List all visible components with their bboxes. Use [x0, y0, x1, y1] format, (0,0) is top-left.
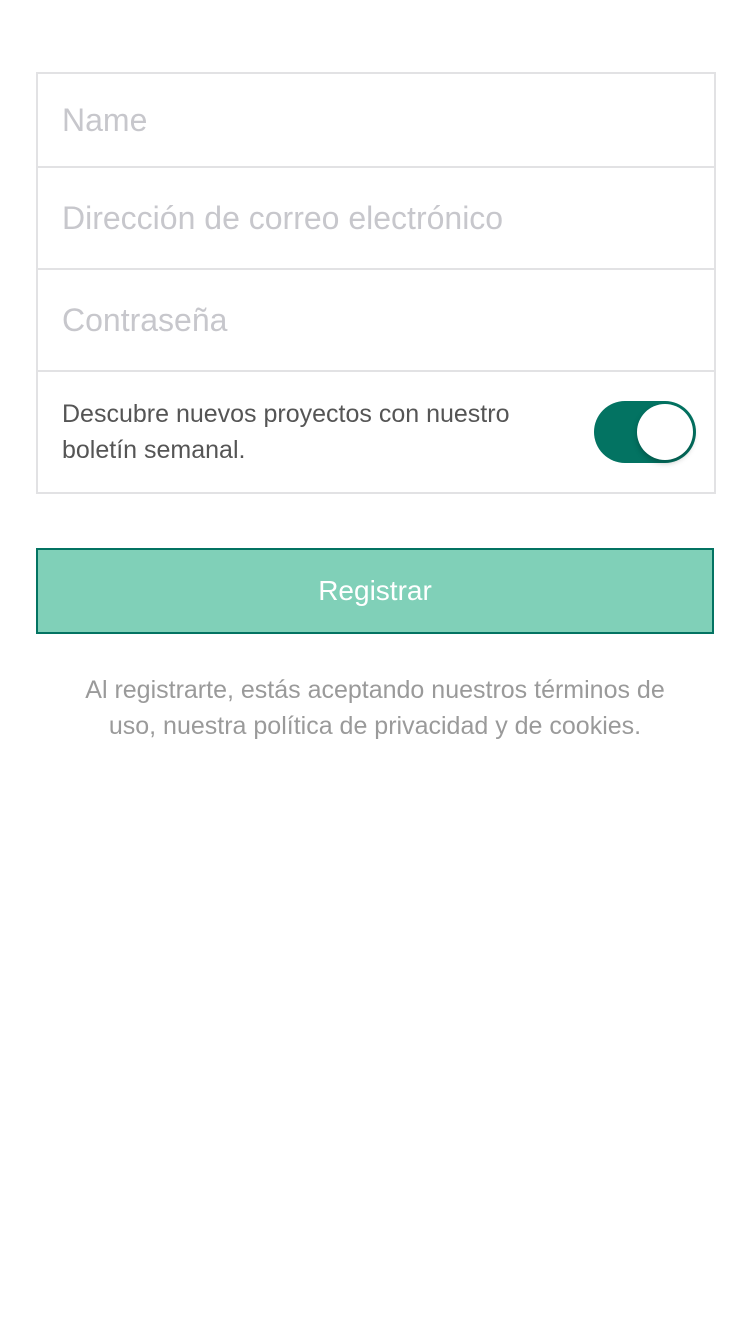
newsletter-toggle[interactable]	[594, 401, 696, 463]
password-input[interactable]	[62, 301, 690, 339]
email-input[interactable]	[62, 199, 690, 237]
email-field-row	[38, 168, 714, 270]
register-button[interactable]: Registrar	[36, 548, 714, 634]
name-field-row	[38, 74, 714, 168]
toggle-knob	[637, 404, 693, 460]
legal-disclaimer: Al registrarte, estás aceptando nuestros…	[85, 676, 665, 740]
password-field-row	[38, 270, 714, 372]
signup-form: Descubre nuevos proyectos con nuestro bo…	[36, 72, 716, 494]
newsletter-label: Descubre nuevos proyectos con nuestro bo…	[62, 400, 510, 464]
name-input[interactable]	[62, 101, 690, 139]
newsletter-row: Descubre nuevos proyectos con nuestro bo…	[38, 372, 714, 492]
